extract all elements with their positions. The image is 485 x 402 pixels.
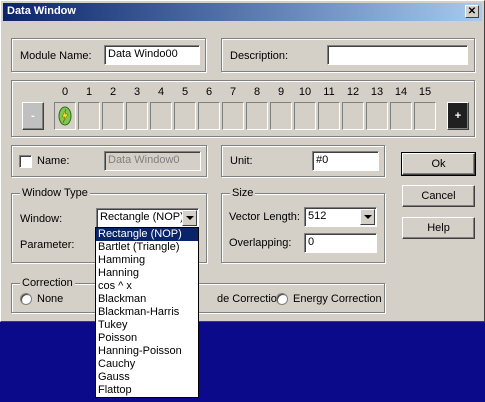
unit-group: Unit: #0 xyxy=(221,145,385,177)
module-name-label: Module Name: xyxy=(20,50,92,62)
dropdown-option[interactable]: Hanning xyxy=(96,267,198,280)
window-label: Window: xyxy=(20,213,63,225)
unit-input[interactable]: #0 xyxy=(312,151,379,171)
signal-icon xyxy=(58,106,72,126)
dropdown-option[interactable]: Poisson xyxy=(96,332,198,345)
channel-slot[interactable] xyxy=(294,102,316,130)
window-type-dropdown-list[interactable]: Rectangle (NOP) Bartlet (Triangle) Hamming… xyxy=(95,227,199,398)
channel-number: 0 xyxy=(61,86,69,98)
overlapping-label: Overlapping: xyxy=(229,237,292,249)
dropdown-option[interactable]: Bartlet (Triangle) xyxy=(96,241,198,254)
channel-slot[interactable] xyxy=(318,102,340,130)
dropdown-option[interactable]: Flattop xyxy=(96,384,198,397)
description-label: Description: xyxy=(230,50,289,62)
dropdown-option[interactable]: Blackman-Harris xyxy=(96,306,198,319)
close-button[interactable]: ✕ xyxy=(465,5,479,18)
channel-slot[interactable] xyxy=(366,102,388,130)
channel-slot[interactable] xyxy=(126,102,148,130)
vector-length-value: 512 xyxy=(308,210,327,222)
dropdown-option[interactable]: Cauchy xyxy=(96,358,198,371)
dropdown-option[interactable]: cos ^ x xyxy=(96,280,198,293)
channel-slot[interactable] xyxy=(198,102,220,130)
channel-number: 10 xyxy=(298,86,312,98)
channel-number: 13 xyxy=(370,86,384,98)
window-select[interactable]: Rectangle (NOP) xyxy=(96,208,199,228)
channel-number: 15 xyxy=(418,86,432,98)
remove-channel-button[interactable]: - xyxy=(22,102,44,130)
channel-slot[interactable] xyxy=(246,102,268,130)
channel-slot[interactable] xyxy=(222,102,244,130)
channel-number: 11 xyxy=(323,86,335,98)
minus-icon: - xyxy=(31,110,35,122)
description-group: Description: xyxy=(221,38,475,72)
window-select-value: Rectangle (NOP) xyxy=(100,211,184,223)
channel-number: 5 xyxy=(181,86,189,98)
correction-legend: Correction xyxy=(20,277,75,289)
overlapping-input[interactable]: 0 xyxy=(304,233,377,253)
channel-slot[interactable] xyxy=(174,102,196,130)
channel-slot[interactable] xyxy=(150,102,172,130)
module-name-group: Module Name: Data Windo00 xyxy=(11,38,206,72)
channel-slot[interactable] xyxy=(102,102,124,130)
channel-number: 4 xyxy=(157,86,165,98)
channel-number: 8 xyxy=(253,86,261,98)
name-label: Name: xyxy=(37,155,70,167)
name-input: Data Window0 xyxy=(104,151,201,171)
unit-label: Unit: xyxy=(230,155,253,167)
dropdown-option[interactable]: Blackman xyxy=(96,293,198,306)
channel-number: 7 xyxy=(229,86,237,98)
dropdown-option[interactable]: Tukey xyxy=(96,319,198,332)
dropdown-option[interactable]: Gauss xyxy=(96,371,198,384)
none-radio[interactable] xyxy=(20,293,32,305)
energy-correction-radio[interactable] xyxy=(276,293,288,305)
channel-slot[interactable] xyxy=(54,102,76,130)
channel-number: 9 xyxy=(277,86,285,98)
channel-slot[interactable] xyxy=(342,102,364,130)
channel-number: 6 xyxy=(205,86,213,98)
none-label: None xyxy=(37,293,64,305)
chevron-down-icon[interactable] xyxy=(360,209,375,225)
cancel-button[interactable]: Cancel xyxy=(402,185,475,207)
chevron-down-icon[interactable] xyxy=(182,210,197,226)
channel-slot[interactable] xyxy=(270,102,292,130)
module-name-input[interactable]: Data Windo00 xyxy=(104,45,200,65)
amplitude-correction-label: de Correction xyxy=(217,293,284,305)
close-icon: ✕ xyxy=(467,6,477,17)
name-group: Name: Data Window0 xyxy=(11,145,207,177)
energy-correction-label: Energy Correction xyxy=(293,293,382,305)
channel-slot[interactable] xyxy=(390,102,412,130)
parameter-label: Parameter: xyxy=(20,239,75,251)
vector-length-label: Vector Length: xyxy=(229,211,300,223)
size-legend: Size xyxy=(230,187,256,199)
dropdown-option[interactable]: Hanning-Poisson xyxy=(96,345,198,358)
plus-icon: + xyxy=(454,110,462,122)
channel-number: 2 xyxy=(109,86,117,98)
channel-number: 12 xyxy=(346,86,360,98)
dropdown-option[interactable]: Rectangle (NOP) xyxy=(96,228,198,241)
channel-number: 3 xyxy=(133,86,141,98)
title-bar[interactable]: Data Window ✕ xyxy=(3,3,482,21)
data-window-dialog: Data Window ✕ Module Name: Data Windo00 … xyxy=(0,0,485,322)
add-channel-button[interactable]: + xyxy=(447,102,469,130)
channel-number: 1 xyxy=(85,86,93,98)
channel-slot[interactable] xyxy=(78,102,100,130)
help-button[interactable]: Help xyxy=(402,217,475,239)
channel-slot[interactable] xyxy=(414,102,436,130)
ok-button[interactable]: Ok xyxy=(401,152,476,176)
vector-length-select[interactable]: 512 xyxy=(304,207,377,227)
description-input[interactable] xyxy=(327,45,468,65)
window-title: Data Window xyxy=(7,5,76,17)
window-type-legend: Window Type xyxy=(20,187,90,199)
dropdown-option[interactable]: Hamming xyxy=(96,254,198,267)
channel-number: 14 xyxy=(394,86,408,98)
name-checkbox[interactable] xyxy=(19,155,32,168)
